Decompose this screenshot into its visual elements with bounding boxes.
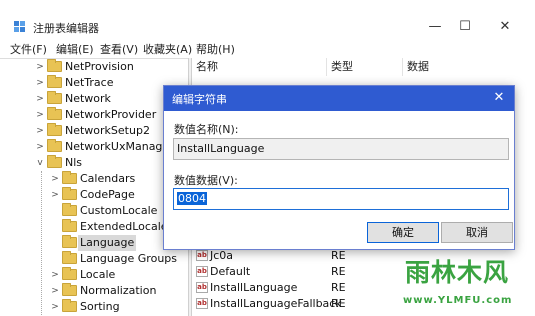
value-name: Default xyxy=(210,265,251,278)
expand-chevron-icon[interactable]: > xyxy=(35,123,45,139)
folder-icon xyxy=(47,107,62,120)
tree-item-label: NetworkUxManager xyxy=(65,140,174,153)
folder-icon xyxy=(62,203,77,216)
value-name-field: InstallLanguage xyxy=(173,138,509,160)
tree-item-label: Language Groups xyxy=(80,252,178,265)
value-type: RE xyxy=(331,297,346,310)
expand-chevron-icon[interactable]: > xyxy=(50,283,60,299)
column-header-data[interactable]: 数据 xyxy=(403,58,535,76)
menu-help[interactable]: 帮助(H) xyxy=(196,41,235,57)
dialog-title: 编辑字符串 xyxy=(172,93,227,106)
menu-file[interactable]: 文件(F) xyxy=(10,41,47,57)
registry-tree[interactable]: > NetProvision > NetTrace > Network > Ne… xyxy=(0,58,188,316)
value-type: RE xyxy=(331,249,346,262)
close-button[interactable]: ✕ xyxy=(490,16,520,38)
watermark-logo: 雨林木风 xyxy=(405,258,510,287)
value-type: RE xyxy=(331,281,346,294)
cancel-button[interactable]: 取消 xyxy=(441,222,513,243)
string-value-icon: ab xyxy=(196,298,208,309)
folder-icon xyxy=(62,251,77,264)
window-title: 注册表编辑器 xyxy=(33,22,99,35)
tree-item-label: NetworkSetup2 xyxy=(65,124,150,137)
value-name: Jc0a xyxy=(210,249,234,262)
tree-item-label: NetProvision xyxy=(65,60,134,73)
folder-icon xyxy=(62,283,77,296)
value-name: InstallLanguageFallback xyxy=(210,297,342,310)
value-name: InstallLanguage xyxy=(210,281,298,294)
tree-item-label: Calendars xyxy=(80,172,136,185)
string-value-icon: ab xyxy=(196,266,208,277)
tree-item-label: Locale xyxy=(80,268,116,281)
dialog-close-icon[interactable]: ✕ xyxy=(490,89,508,107)
regedit-icon xyxy=(14,21,26,33)
expand-chevron-icon[interactable]: > xyxy=(50,171,60,187)
folder-icon xyxy=(47,75,62,88)
folder-icon xyxy=(62,299,77,312)
menu-view[interactable]: 查看(V) xyxy=(100,41,138,57)
tree-item-label: CodePage xyxy=(80,188,135,201)
folder-icon xyxy=(62,171,77,184)
tree-item-label: Network xyxy=(65,92,111,105)
expand-chevron-icon[interactable]: > xyxy=(50,267,60,283)
expand-chevron-icon[interactable]: > xyxy=(50,187,60,203)
tree-item-label: Sorting xyxy=(80,300,120,313)
column-header-type[interactable]: 类型 xyxy=(327,58,403,76)
string-value-icon: ab xyxy=(196,250,208,261)
expand-chevron-icon[interactable]: > xyxy=(35,59,45,75)
site-watermark: 雨林木风 www.YLMFU.com xyxy=(397,247,529,313)
folder-icon xyxy=(62,187,77,200)
tree-item-label: CustomLocale xyxy=(80,204,158,217)
value-data-text: 0804 xyxy=(177,192,207,205)
expand-chevron-icon[interactable]: > xyxy=(35,75,45,91)
expand-chevron-icon[interactable]: > xyxy=(50,299,60,315)
value-data-input[interactable]: 0804 xyxy=(173,188,509,210)
folder-icon xyxy=(62,235,77,248)
value-data-label: 数值数据(V): xyxy=(174,174,238,187)
column-header-name[interactable]: 名称 xyxy=(192,58,327,76)
tree-item-label: Language xyxy=(78,235,137,251)
folder-icon xyxy=(62,219,77,232)
folder-icon xyxy=(47,59,62,72)
edit-string-dialog: 编辑字符串 ✕ 数值名称(N): InstallLanguage 数值数据(V)… xyxy=(163,85,515,250)
value-type: RE xyxy=(331,265,346,278)
menu-favorites[interactable]: 收藏夹(A) xyxy=(143,41,192,57)
tree-item-label: NetTrace xyxy=(65,76,114,89)
dialog-title-bar[interactable]: 编辑字符串 ✕ xyxy=(164,86,514,111)
value-name-label: 数值名称(N): xyxy=(174,123,239,136)
tree-item-label: Nls xyxy=(65,156,83,169)
title-bar: 注册表编辑器 — ☐ ✕ xyxy=(0,0,535,38)
string-value-icon: ab xyxy=(196,282,208,293)
tree-item-label: NetworkProvider xyxy=(65,108,157,121)
expand-chevron-icon[interactable]: > xyxy=(35,107,45,123)
tree-item-label: Normalization xyxy=(80,284,157,297)
ok-button[interactable]: 确定 xyxy=(367,222,439,243)
folder-icon xyxy=(47,123,62,136)
collapse-chevron-icon[interactable]: v xyxy=(35,155,45,171)
folder-icon xyxy=(47,91,62,104)
tree-item-label: ExtendedLocale xyxy=(80,220,168,233)
minimize-button[interactable]: — xyxy=(420,16,450,38)
tree-guide-line xyxy=(41,171,42,316)
menu-bar: 文件(F) 编辑(E) 查看(V) 收藏夹(A) 帮助(H) xyxy=(0,40,535,58)
menu-edit[interactable]: 编辑(E) xyxy=(56,41,94,57)
expand-chevron-icon[interactable]: > xyxy=(35,139,45,155)
expand-chevron-icon[interactable]: > xyxy=(35,91,45,107)
folder-icon xyxy=(47,139,62,152)
maximize-button[interactable]: ☐ xyxy=(450,16,480,38)
folder-open-icon xyxy=(47,155,62,168)
folder-icon xyxy=(62,267,77,280)
watermark-url: www.YLMFU.com xyxy=(403,295,513,306)
